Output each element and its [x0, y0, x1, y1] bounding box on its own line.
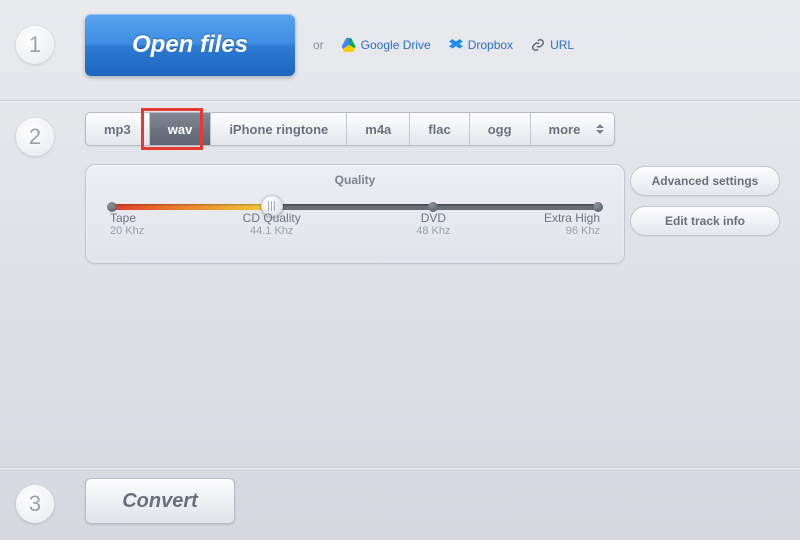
format-flac[interactable]: flac — [410, 113, 469, 145]
google-drive-icon — [342, 38, 356, 52]
or-label: or — [313, 38, 324, 52]
quality-tick-tape: Tape 20 Khz — [110, 211, 144, 237]
advanced-settings-button[interactable]: Advanced settings — [630, 166, 780, 196]
quality-tick-cd: CD Quality 44.1 Khz — [243, 211, 301, 237]
convert-button[interactable]: Convert — [85, 478, 235, 524]
divider — [0, 467, 800, 468]
step-number-1: 1 — [16, 26, 54, 64]
format-bar: mp3 wav iPhone ringtone m4a flac ogg mor… — [85, 112, 615, 146]
quality-panel: Quality Tape 20 Khz CD Quality 44.1 Khz … — [85, 164, 625, 264]
quality-tick-extra: Extra High 96 Khz — [544, 211, 600, 237]
url-link[interactable]: URL — [531, 38, 574, 52]
step-number-3: 3 — [16, 485, 54, 523]
quality-slider[interactable] — [110, 201, 600, 211]
dropbox-icon — [449, 38, 463, 52]
dropbox-label: Dropbox — [468, 38, 513, 52]
url-label: URL — [550, 38, 574, 52]
google-drive-label: Google Drive — [361, 38, 431, 52]
step-number-2: 2 — [16, 118, 54, 156]
format-more-label: more — [549, 122, 581, 137]
divider — [0, 100, 800, 101]
format-ogg[interactable]: ogg — [470, 113, 531, 145]
google-drive-link[interactable]: Google Drive — [342, 38, 431, 52]
link-icon — [531, 38, 545, 52]
open-files-button[interactable]: Open files — [85, 14, 295, 76]
format-m4a[interactable]: m4a — [347, 113, 410, 145]
format-wav[interactable]: wav — [150, 113, 212, 145]
slider-fill — [110, 204, 272, 210]
edit-track-info-button[interactable]: Edit track info — [630, 206, 780, 236]
dropbox-link[interactable]: Dropbox — [449, 38, 513, 52]
format-mp3[interactable]: mp3 — [86, 113, 150, 145]
quality-tick-dvd: DVD 48 Khz — [416, 211, 450, 237]
format-more[interactable]: more — [531, 113, 615, 145]
quality-title: Quality — [110, 173, 600, 187]
chevron-updown-icon — [596, 124, 604, 134]
format-iphone-ringtone[interactable]: iPhone ringtone — [211, 113, 347, 145]
